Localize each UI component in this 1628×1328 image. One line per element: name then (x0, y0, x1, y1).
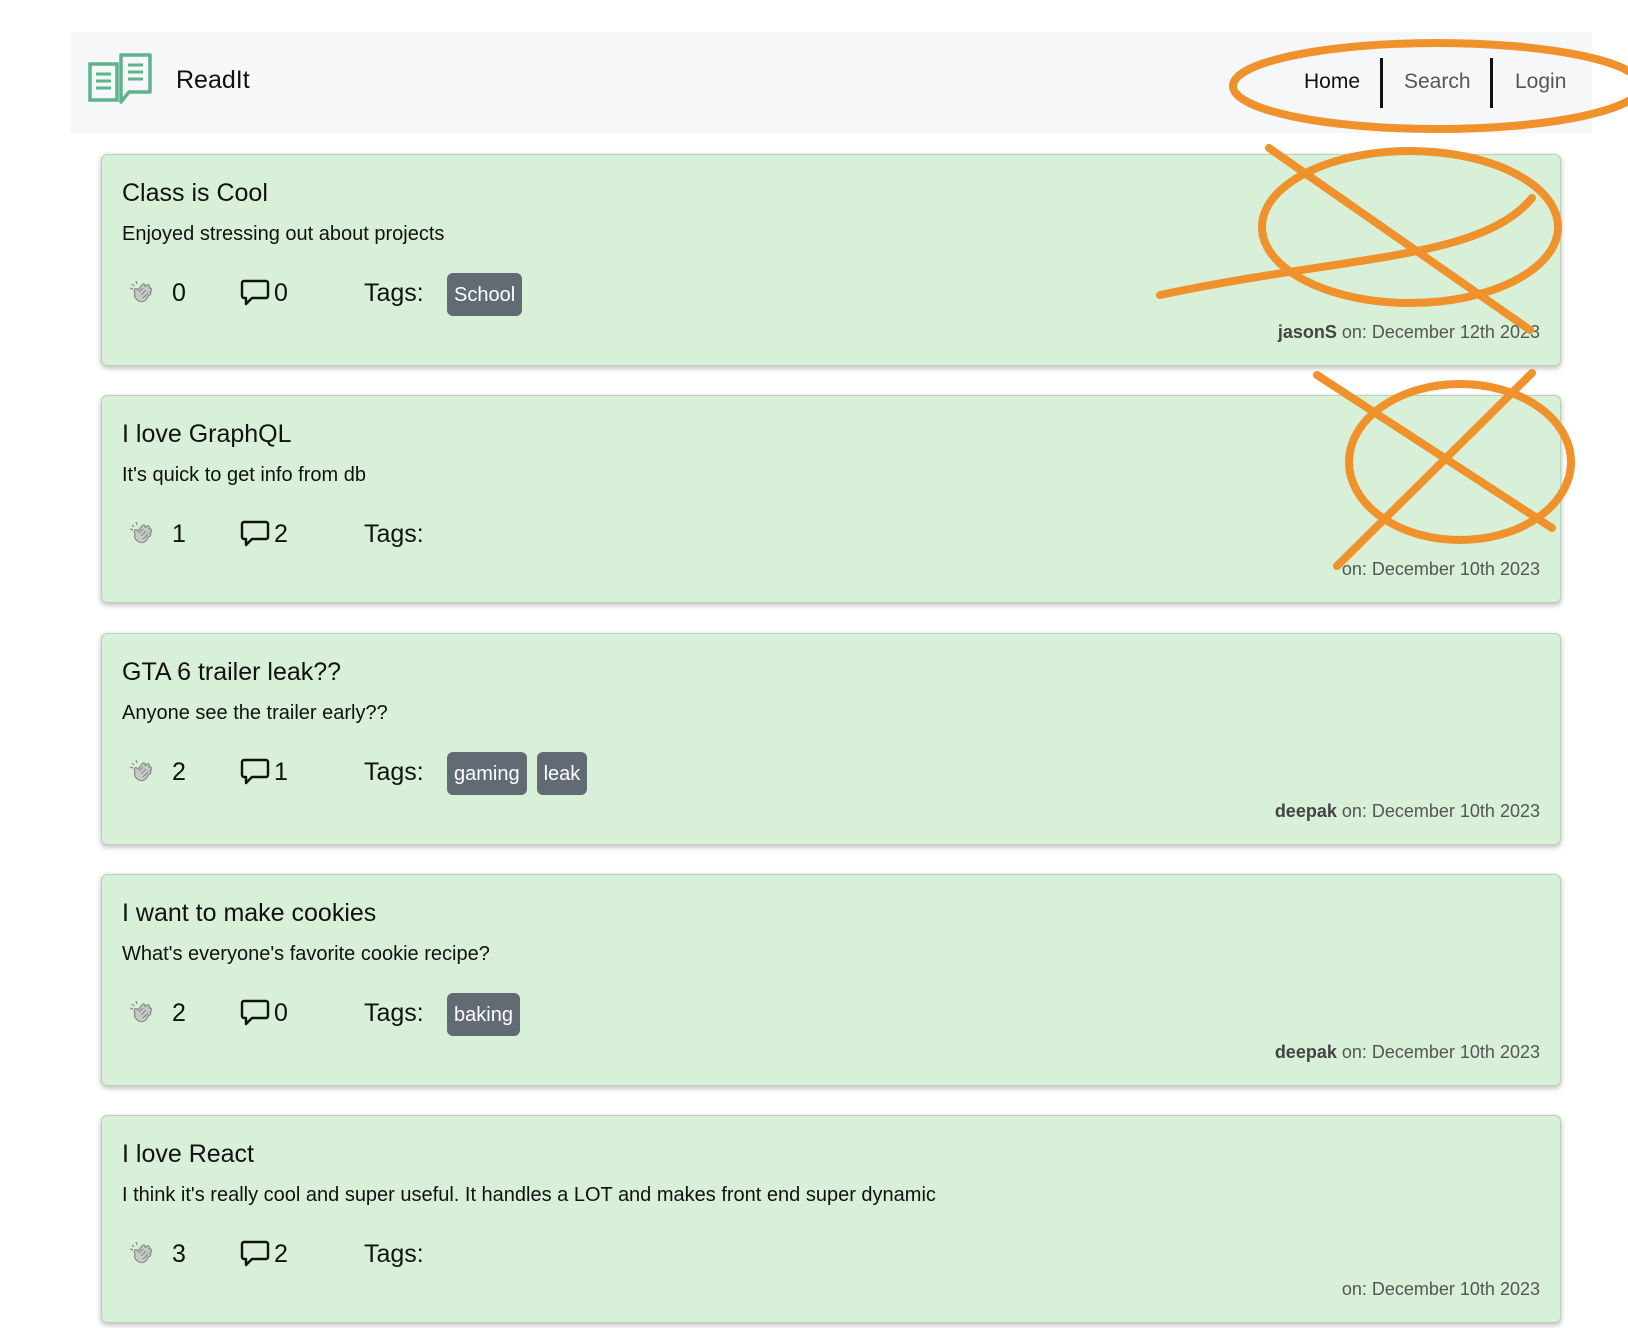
clapping-hands-icon[interactable] (128, 519, 156, 547)
tag-badge[interactable]: leak (536, 752, 588, 795)
post-stats: 2 0 Tags: baking (122, 993, 1022, 1037)
speech-bubble-icon[interactable] (240, 277, 270, 307)
navbar: ReadIt Home Search Login (71, 32, 1592, 133)
clapping-hands-icon[interactable] (128, 757, 156, 785)
post-card-2[interactable]: I love GraphQL It's quick to get info fr… (101, 395, 1561, 603)
post-body: Anyone see the trailer early?? (122, 702, 388, 724)
post-body: Enjoyed stressing out about projects (122, 223, 445, 245)
post-title[interactable]: I love GraphQL (122, 420, 292, 449)
post-body: What's everyone's favorite cookie recipe… (122, 943, 490, 965)
tag-list: gaming leak (447, 752, 588, 795)
comment-count: 2 (274, 1240, 288, 1268)
tag-list: School (447, 273, 523, 316)
post-author[interactable]: deepak (1275, 1042, 1342, 1062)
post-title[interactable]: Class is Cool (122, 179, 268, 208)
comment-count: 2 (274, 520, 288, 548)
post-author[interactable]: jasonS (1278, 322, 1342, 342)
tag-badge[interactable]: gaming (447, 752, 527, 795)
post-meta: on: December 10th 2023 (1342, 1279, 1540, 1300)
speech-bubble-icon[interactable] (240, 756, 270, 786)
comment-count: 0 (274, 999, 288, 1027)
post-title[interactable]: I love React (122, 1140, 254, 1169)
clap-count: 3 (172, 1240, 186, 1268)
post-card-4[interactable]: I want to make cookies What's everyone's… (101, 874, 1561, 1086)
post-stats: 0 0 Tags: School (122, 273, 1022, 317)
post-stats: 2 1 Tags: gaming leak (122, 752, 1022, 796)
comment-count: 1 (274, 758, 288, 786)
nav-link-login[interactable]: Login (1515, 70, 1566, 94)
post-date: on: December 10th 2023 (1341, 559, 1540, 579)
post-card-1[interactable]: Class is Cool Enjoyed stressing out abou… (101, 154, 1561, 366)
tags-label: Tags: (364, 999, 424, 1027)
post-date: on: December 10th 2023 (1341, 801, 1540, 821)
tags-label: Tags: (364, 758, 424, 786)
clap-count: 2 (172, 999, 186, 1027)
nav-divider (1380, 58, 1383, 108)
comment-count: 0 (274, 279, 288, 307)
post-card-3[interactable]: GTA 6 trailer leak?? Anyone see the trai… (101, 633, 1561, 845)
speech-bubble-icon[interactable] (240, 997, 270, 1027)
post-meta: deepak on: December 10th 2023 (1275, 801, 1540, 822)
tag-badge[interactable]: School (447, 273, 523, 316)
clapping-hands-icon[interactable] (128, 278, 156, 306)
tag-badge[interactable]: baking (447, 993, 520, 1036)
post-meta: jasonS on: December 12th 2023 (1278, 322, 1540, 343)
clapping-hands-icon[interactable] (128, 998, 156, 1026)
tags-label: Tags: (364, 520, 424, 548)
tag-list: baking (447, 993, 520, 1036)
post-body: It's quick to get info from db (122, 464, 366, 486)
post-card-5[interactable]: I love React I think it's really cool an… (101, 1115, 1561, 1323)
post-date: on: December 10th 2023 (1341, 1279, 1540, 1299)
clap-count: 1 (172, 520, 186, 548)
post-title[interactable]: I want to make cookies (122, 899, 376, 928)
post-date: on: December 12th 2023 (1341, 322, 1540, 342)
speech-bubble-icon[interactable] (240, 1238, 270, 1268)
post-stats: 1 2 Tags: (122, 514, 1022, 558)
tags-label: Tags: (364, 279, 424, 307)
nav-divider (1490, 58, 1493, 108)
post-title[interactable]: GTA 6 trailer leak?? (122, 658, 341, 687)
speech-bubble-icon[interactable] (240, 518, 270, 548)
nav-link-home[interactable]: Home (1304, 70, 1360, 94)
post-author[interactable]: deepak (1275, 801, 1342, 821)
clap-count: 2 (172, 758, 186, 786)
brand-name[interactable]: ReadIt (176, 66, 250, 95)
post-body: I think it's really cool and super usefu… (122, 1184, 936, 1206)
clapping-hands-icon[interactable] (128, 1239, 156, 1267)
open-book-icon[interactable] (87, 52, 153, 112)
clap-count: 0 (172, 279, 186, 307)
post-date: on: December 10th 2023 (1341, 1042, 1540, 1062)
tags-label: Tags: (364, 1240, 424, 1268)
post-meta: deepak on: December 10th 2023 (1275, 1042, 1540, 1063)
post-stats: 3 2 Tags: (122, 1234, 1022, 1278)
nav-link-search[interactable]: Search (1404, 70, 1471, 94)
post-meta: on: December 10th 2023 (1342, 559, 1540, 580)
